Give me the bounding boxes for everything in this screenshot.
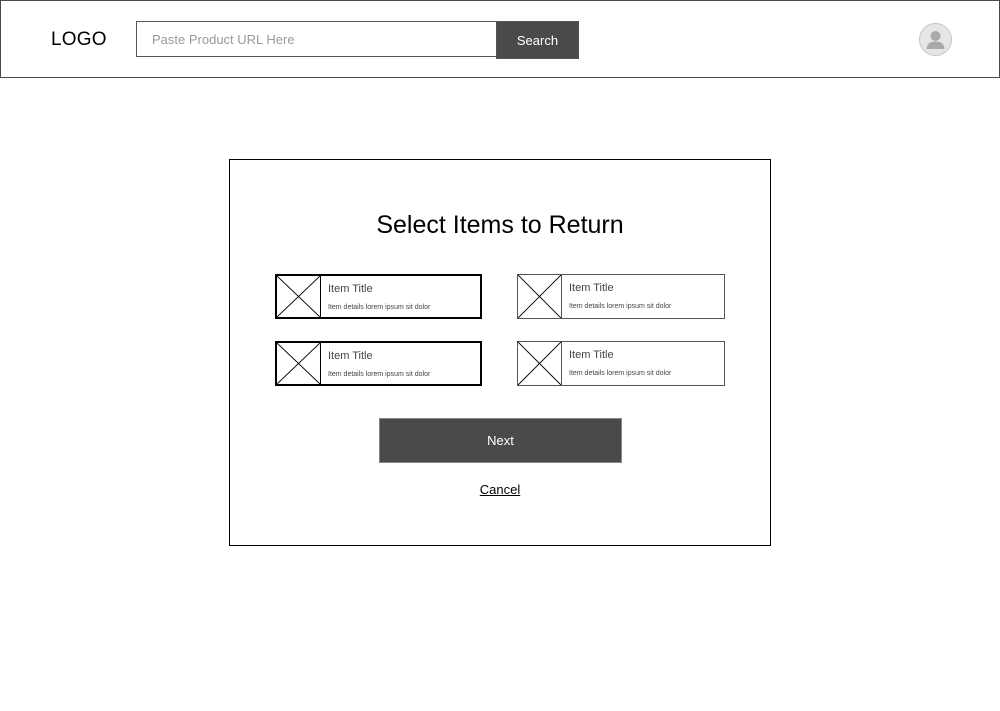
top-header: LOGO Search [0, 0, 1000, 78]
item-card[interactable]: Item Title Item details lorem ipsum sit … [517, 341, 725, 386]
search-button[interactable]: Search [496, 21, 579, 59]
item-details: Item details lorem ipsum sit dolor [328, 304, 431, 311]
item-card[interactable]: Item Title Item details lorem ipsum sit … [275, 274, 482, 319]
next-button[interactable]: Next [379, 418, 622, 463]
user-avatar-icon[interactable] [919, 23, 952, 56]
item-details: Item details lorem ipsum sit dolor [328, 371, 431, 378]
image-placeholder-icon [277, 343, 321, 384]
search-input[interactable] [136, 21, 497, 57]
return-items-modal: Select Items to Return Item Title Item d… [229, 159, 771, 546]
item-card[interactable]: Item Title Item details lorem ipsum sit … [517, 274, 725, 319]
search-bar: Search [136, 21, 579, 59]
item-title: Item Title [569, 349, 614, 361]
item-details: Item details lorem ipsum sit dolor [569, 370, 672, 377]
item-title: Item Title [328, 350, 373, 362]
modal-title: Select Items to Return [376, 211, 624, 239]
cancel-link[interactable]: Cancel [480, 482, 520, 497]
image-placeholder-icon [518, 342, 562, 385]
item-title: Item Title [569, 282, 614, 294]
item-title: Item Title [328, 283, 373, 295]
logo[interactable]: LOGO [51, 29, 107, 51]
item-card[interactable]: Item Title Item details lorem ipsum sit … [275, 341, 482, 386]
cancel-row: Cancel [230, 482, 770, 498]
image-placeholder-icon [518, 275, 562, 318]
item-details: Item details lorem ipsum sit dolor [569, 303, 672, 310]
image-placeholder-icon [277, 276, 321, 317]
